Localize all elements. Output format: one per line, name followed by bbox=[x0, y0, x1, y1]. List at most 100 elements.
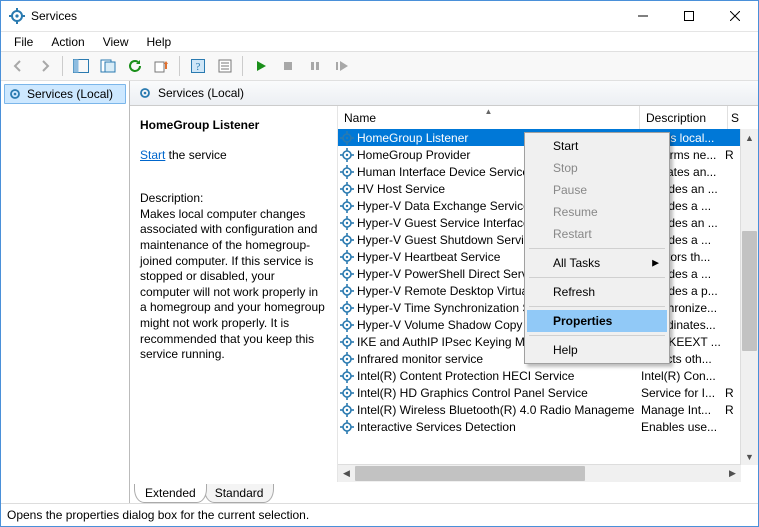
help-button[interactable]: ? bbox=[185, 54, 210, 78]
gear-icon bbox=[340, 420, 354, 434]
export-button[interactable] bbox=[149, 54, 174, 78]
service-name: HV Host Service bbox=[357, 182, 445, 196]
service-description: Manage Int... bbox=[635, 403, 722, 417]
horizontal-scrollbar[interactable]: ◀ ▶ bbox=[338, 464, 741, 482]
maximize-button[interactable] bbox=[666, 1, 712, 31]
gear-icon bbox=[340, 216, 354, 230]
menu-view[interactable]: View bbox=[96, 34, 136, 50]
service-description: Service for I... bbox=[635, 386, 722, 400]
cm-start[interactable]: Start bbox=[527, 135, 667, 157]
minimize-button[interactable] bbox=[620, 1, 666, 31]
table-row[interactable]: Interactive Services DetectionEnables us… bbox=[338, 418, 758, 435]
restart-service-button[interactable] bbox=[329, 54, 354, 78]
gear-icon bbox=[340, 352, 354, 366]
gear-icon bbox=[340, 403, 354, 417]
start-service-button[interactable] bbox=[248, 54, 273, 78]
column-header-status[interactable]: S bbox=[728, 106, 746, 129]
service-status: R bbox=[722, 386, 740, 400]
tree-pane: Services (Local) bbox=[1, 81, 130, 503]
tree-item-label: Services (Local) bbox=[27, 87, 113, 101]
table-row[interactable]: Intel(R) Content Protection HECI Service… bbox=[338, 367, 758, 384]
gear-icon bbox=[340, 131, 354, 145]
vertical-scrollbar[interactable]: ▲ ▼ bbox=[740, 129, 758, 465]
cm-pause[interactable]: Pause bbox=[527, 179, 667, 201]
scroll-thumb[interactable] bbox=[742, 231, 757, 351]
services-window: Services File Action View Help ? bbox=[0, 0, 759, 527]
properties-button[interactable] bbox=[212, 54, 237, 78]
cm-help[interactable]: Help bbox=[527, 339, 667, 361]
gear-icon bbox=[340, 199, 354, 213]
tree-item-services-local[interactable]: Services (Local) bbox=[4, 84, 126, 104]
list-header: Name ▲ Description S bbox=[338, 106, 758, 130]
menu-file[interactable]: File bbox=[7, 34, 40, 50]
detail-action-suffix: the service bbox=[165, 148, 226, 162]
detail-description-text: Makes local computer changes associated … bbox=[140, 207, 325, 363]
cm-restart[interactable]: Restart bbox=[527, 223, 667, 245]
service-status: R bbox=[722, 403, 740, 417]
service-description: Enables use... bbox=[635, 420, 722, 434]
menu-help[interactable]: Help bbox=[140, 34, 179, 50]
statusbar: Opens the properties dialog box for the … bbox=[1, 503, 758, 526]
column-header-name-label: Name bbox=[344, 111, 376, 125]
toolbar-separator bbox=[62, 56, 63, 76]
scroll-right-icon[interactable]: ▶ bbox=[724, 465, 741, 482]
scroll-up-icon[interactable]: ▲ bbox=[741, 129, 758, 146]
content-header: Services (Local) bbox=[130, 81, 758, 106]
forward-button[interactable] bbox=[32, 54, 57, 78]
service-name: Intel(R) Content Protection HECI Service bbox=[357, 369, 574, 383]
gear-icon bbox=[340, 369, 354, 383]
gear-icon bbox=[340, 301, 354, 315]
svg-text:?: ? bbox=[195, 61, 200, 73]
detail-service-name: HomeGroup Listener bbox=[140, 118, 325, 134]
table-row[interactable]: Intel(R) HD Graphics Control Panel Servi… bbox=[338, 384, 758, 401]
cm-properties-label: Properties bbox=[553, 314, 612, 328]
cm-resume[interactable]: Resume bbox=[527, 201, 667, 223]
titlebar: Services bbox=[1, 1, 758, 32]
gear-icon bbox=[340, 165, 354, 179]
service-name: Human Interface Device Service bbox=[357, 165, 529, 179]
service-name: Hyper-V Data Exchange Service bbox=[357, 199, 530, 213]
gear-icon bbox=[340, 386, 354, 400]
detail-pane: HomeGroup Listener Start the service Des… bbox=[130, 106, 337, 482]
sort-indicator-asc-icon: ▲ bbox=[485, 107, 493, 116]
cm-separator bbox=[529, 306, 665, 307]
cm-properties[interactable]: Properties bbox=[527, 310, 667, 332]
pause-service-button[interactable] bbox=[302, 54, 327, 78]
list-pane: Name ▲ Description S HomeGroup ListenerM… bbox=[337, 106, 758, 482]
cm-separator bbox=[529, 335, 665, 336]
toolbar-separator bbox=[179, 56, 180, 76]
service-name: Infrared monitor service bbox=[357, 352, 483, 366]
gear-icon bbox=[340, 233, 354, 247]
column-header-name[interactable]: Name ▲ bbox=[338, 106, 640, 129]
scroll-down-icon[interactable]: ▼ bbox=[741, 448, 758, 465]
service-name: Intel(R) HD Graphics Control Panel Servi… bbox=[357, 386, 588, 400]
main-area: Services (Local) Services (Local) HomeGr… bbox=[1, 81, 758, 503]
chevron-right-icon: ▶ bbox=[652, 258, 659, 269]
scroll-left-icon[interactable]: ◀ bbox=[338, 465, 355, 482]
table-row[interactable]: Intel(R) Wireless Bluetooth(R) 4.0 Radio… bbox=[338, 401, 758, 418]
context-menu: Start Stop Pause Resume Restart All Task… bbox=[524, 132, 670, 364]
refresh-button[interactable] bbox=[122, 54, 147, 78]
scroll-thumb[interactable] bbox=[355, 466, 585, 481]
detail-description-label: Description: bbox=[140, 191, 325, 207]
close-button[interactable] bbox=[712, 1, 758, 31]
cm-all-tasks-label: All Tasks bbox=[553, 256, 600, 270]
cm-all-tasks[interactable]: All Tasks ▶ bbox=[527, 252, 667, 274]
back-button[interactable] bbox=[5, 54, 30, 78]
menu-action[interactable]: Action bbox=[44, 34, 91, 50]
content-pane: Services (Local) HomeGroup Listener Star… bbox=[130, 81, 758, 503]
column-header-description[interactable]: Description bbox=[640, 106, 728, 129]
export-list-button[interactable] bbox=[95, 54, 120, 78]
service-name: Intel(R) Wireless Bluetooth(R) 4.0 Radio… bbox=[357, 403, 635, 417]
list-body: HomeGroup ListenerMakes local...HomeGrou… bbox=[338, 129, 758, 482]
stop-service-button[interactable] bbox=[275, 54, 300, 78]
start-service-link[interactable]: Start bbox=[140, 148, 165, 162]
cm-refresh[interactable]: Refresh bbox=[527, 281, 667, 303]
show-hide-tree-button[interactable] bbox=[68, 54, 93, 78]
statusbar-text: Opens the properties dialog box for the … bbox=[7, 508, 309, 522]
tab-extended[interactable]: Extended bbox=[134, 484, 207, 503]
tab-standard[interactable]: Standard bbox=[204, 484, 275, 503]
service-status: R bbox=[722, 148, 740, 162]
cm-stop[interactable]: Stop bbox=[527, 157, 667, 179]
gear-icon bbox=[340, 182, 354, 196]
